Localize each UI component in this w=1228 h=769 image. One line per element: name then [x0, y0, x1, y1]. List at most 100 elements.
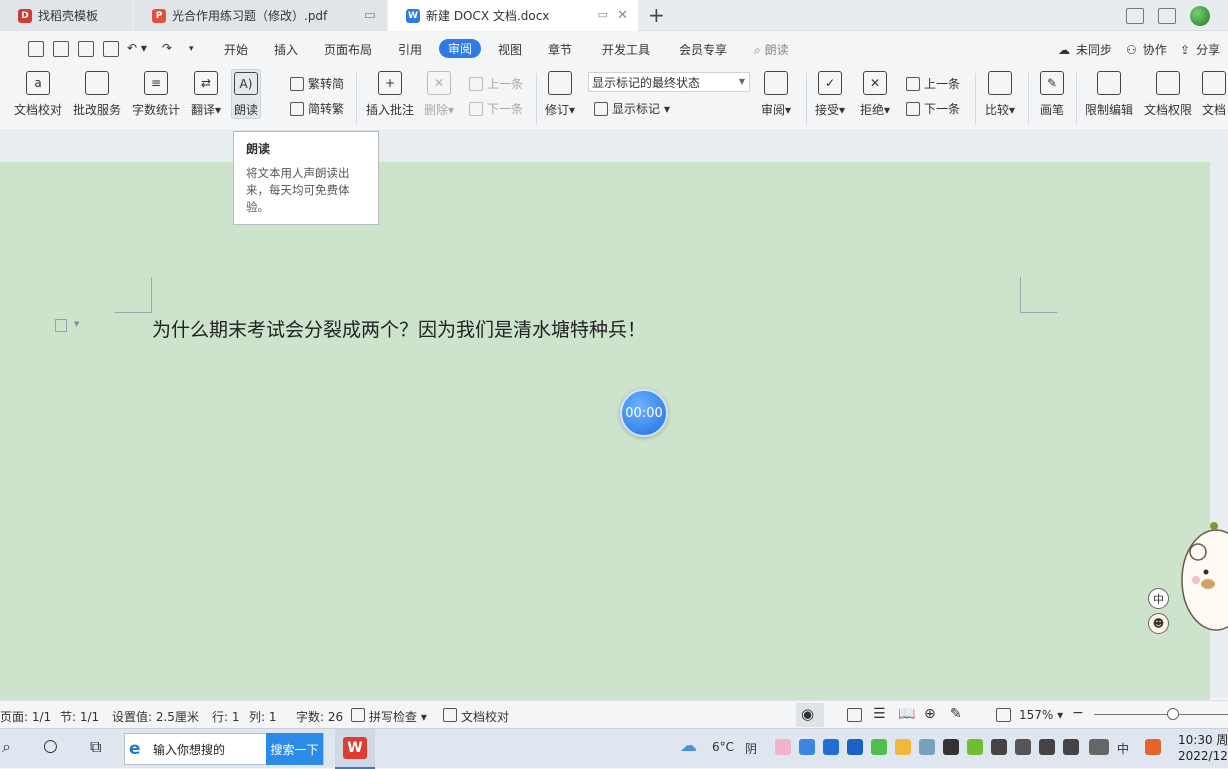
next-change-button[interactable]: 下一条: [906, 100, 960, 117]
menu-references[interactable]: 引用: [398, 41, 422, 58]
battery-icon[interactable]: [1015, 739, 1031, 755]
menu-chapter[interactable]: 章节: [548, 41, 572, 58]
trad-to-simp-button[interactable]: 繁转简: [290, 75, 344, 92]
web-view-icon[interactable]: ⊕: [924, 706, 936, 722]
prev-change-button[interactable]: 上一条: [906, 75, 960, 92]
paragraph-layout-icon[interactable]: [55, 319, 67, 332]
grid-icon[interactable]: [1158, 8, 1176, 24]
close-icon[interactable]: ✕: [617, 8, 628, 23]
security-icon[interactable]: [967, 739, 983, 755]
word-count-button[interactable]: ≡ 字数统计: [132, 71, 180, 118]
taskbar-search-box[interactable]: e 输入你想搜的 搜索一下: [124, 733, 324, 765]
menu-review[interactable]: 审阅: [439, 39, 482, 58]
zoom-level[interactable]: 157% ▾: [1019, 708, 1063, 722]
keyboard-icon[interactable]: [1089, 739, 1109, 755]
redo-icon[interactable]: ↷: [162, 41, 172, 55]
more-doc-button[interactable]: 文档: [1202, 71, 1226, 118]
reject-button[interactable]: ✕ 拒绝▾: [860, 71, 890, 118]
microphone-icon[interactable]: [943, 739, 959, 755]
command-search[interactable]: ⌕ 朗读: [754, 41, 789, 58]
wps-taskbar-app[interactable]: W: [335, 729, 375, 769]
proofread-status-button[interactable]: 文档校对: [461, 708, 509, 725]
prev-comment-button[interactable]: 上一条: [469, 75, 523, 92]
bluetooth-icon[interactable]: [847, 739, 863, 755]
proofread-icon[interactable]: [443, 708, 457, 722]
print-preview-icon[interactable]: [103, 41, 119, 57]
tray-app-icon[interactable]: [1145, 739, 1161, 755]
spellcheck-icon[interactable]: [351, 708, 365, 722]
read-aloud-button[interactable]: A) 朗读: [231, 69, 262, 119]
document-text[interactable]: 为什么期末考试会分裂成两个？因为我们是清水塘特种兵！: [152, 315, 646, 342]
taskbar-search-input[interactable]: 输入你想搜的: [153, 741, 266, 758]
wifi-icon[interactable]: [1063, 739, 1079, 755]
menu-page-layout[interactable]: 页面布局: [324, 41, 372, 58]
page-view-icon[interactable]: [847, 708, 862, 722]
tray-app-icon[interactable]: [895, 739, 911, 755]
menu-start[interactable]: 开始: [224, 41, 248, 58]
menu-developer[interactable]: 开发工具: [602, 41, 650, 58]
doc-permission-button[interactable]: 文档权限: [1144, 71, 1192, 118]
weather-temp[interactable]: 6°C: [712, 740, 734, 754]
spellcheck-button[interactable]: 拼写检查 ▾: [369, 708, 427, 725]
reading-view-icon[interactable]: 📖: [898, 706, 915, 722]
tab-pdf[interactable]: P 光合作用练习题（修改）.pdf ▭: [134, 0, 386, 31]
window-layout-icon[interactable]: [1126, 8, 1144, 24]
review-pane-button[interactable]: 审阅▾: [761, 71, 791, 118]
fit-page-icon[interactable]: [996, 708, 1011, 722]
compare-button[interactable]: 比较▾: [985, 71, 1015, 118]
tab-docx[interactable]: W 新建 DOCX 文档.docx ▭ ✕: [388, 0, 638, 31]
show-markup-button[interactable]: 显示标记 ▾: [594, 100, 670, 117]
accept-button[interactable]: ✓ 接受▾: [815, 71, 845, 118]
search-icon[interactable]: ⌕: [2, 737, 11, 757]
collab-button[interactable]: ⚇ 协作: [1126, 41, 1167, 58]
wechat-icon[interactable]: [871, 739, 887, 755]
menu-member[interactable]: 会员专享: [679, 41, 727, 58]
new-tab-button[interactable]: +: [648, 3, 665, 27]
ime-indicator[interactable]: 中: [1117, 740, 1129, 757]
zoom-slider[interactable]: [1094, 714, 1228, 715]
volume-icon[interactable]: [1039, 739, 1055, 755]
next-comment-button[interactable]: 下一条: [469, 100, 523, 117]
status-word-count[interactable]: 字数: 26: [296, 708, 343, 725]
avatar[interactable]: [1190, 6, 1210, 26]
simp-to-trad-button[interactable]: 简转繁: [290, 100, 344, 117]
quick-access-dropdown-icon[interactable]: ▾: [189, 44, 194, 54]
proofread-button[interactable]: a 文档校对: [14, 71, 62, 118]
ime-chinese-button[interactable]: 中: [1148, 588, 1169, 609]
ink-button[interactable]: ✎ 画笔: [1040, 71, 1064, 118]
save-icon[interactable]: [28, 41, 44, 57]
tab-window-icon[interactable]: ▭: [364, 8, 376, 23]
zoom-out-icon[interactable]: −: [1072, 705, 1084, 721]
taskbar-search-button[interactable]: 搜索一下: [266, 733, 323, 765]
tray-app-icon[interactable]: [775, 739, 791, 755]
system-clock[interactable]: 10:30 周 2022/12/: [1178, 732, 1228, 764]
delete-comment-button[interactable]: ✕ 删除▾: [424, 71, 454, 118]
tab-daoke-templates[interactable]: D 找稻壳模板: [0, 0, 132, 31]
menu-insert[interactable]: 插入: [274, 41, 298, 58]
read-aloud-timer-button[interactable]: 00:00: [620, 389, 668, 437]
tray-app-icon[interactable]: [823, 739, 839, 755]
zoom-slider-handle[interactable]: [1167, 708, 1179, 720]
task-view-icon[interactable]: ⧉: [90, 737, 101, 757]
ime-skin-icon[interactable]: ☻: [1148, 613, 1169, 634]
insert-comment-button[interactable]: + 插入批注: [366, 71, 414, 118]
export-pdf-icon[interactable]: [53, 41, 69, 57]
menu-view[interactable]: 视图: [498, 41, 522, 58]
chevron-down-icon[interactable]: ▼: [74, 320, 79, 328]
share-button[interactable]: ⇪ 分享: [1180, 41, 1220, 58]
onedrive-icon[interactable]: [799, 739, 815, 755]
shield-icon[interactable]: [991, 739, 1007, 755]
correction-service-button[interactable]: 批改服务: [73, 71, 121, 118]
tab-window-icon[interactable]: ▭: [598, 8, 608, 21]
write-mode-icon[interactable]: ✎: [950, 706, 962, 722]
revise-button[interactable]: 修订▾: [545, 71, 575, 118]
translate-button[interactable]: ⇄ 翻译▾: [191, 71, 221, 118]
sync-button[interactable]: ☁ 未同步: [1058, 41, 1112, 58]
status-page[interactable]: 页面: 1/1: [0, 708, 51, 725]
undo-icon[interactable]: ↶ ▾: [127, 41, 147, 55]
outline-view-icon[interactable]: ☰: [873, 706, 886, 722]
tray-app-icon[interactable]: [919, 739, 935, 755]
document-page[interactable]: ▼ 为什么期末考试会分裂成两个？因为我们是清水塘特种兵！: [0, 162, 1210, 702]
restrict-edit-button[interactable]: 限制编辑: [1085, 71, 1133, 118]
print-icon[interactable]: [78, 41, 94, 57]
